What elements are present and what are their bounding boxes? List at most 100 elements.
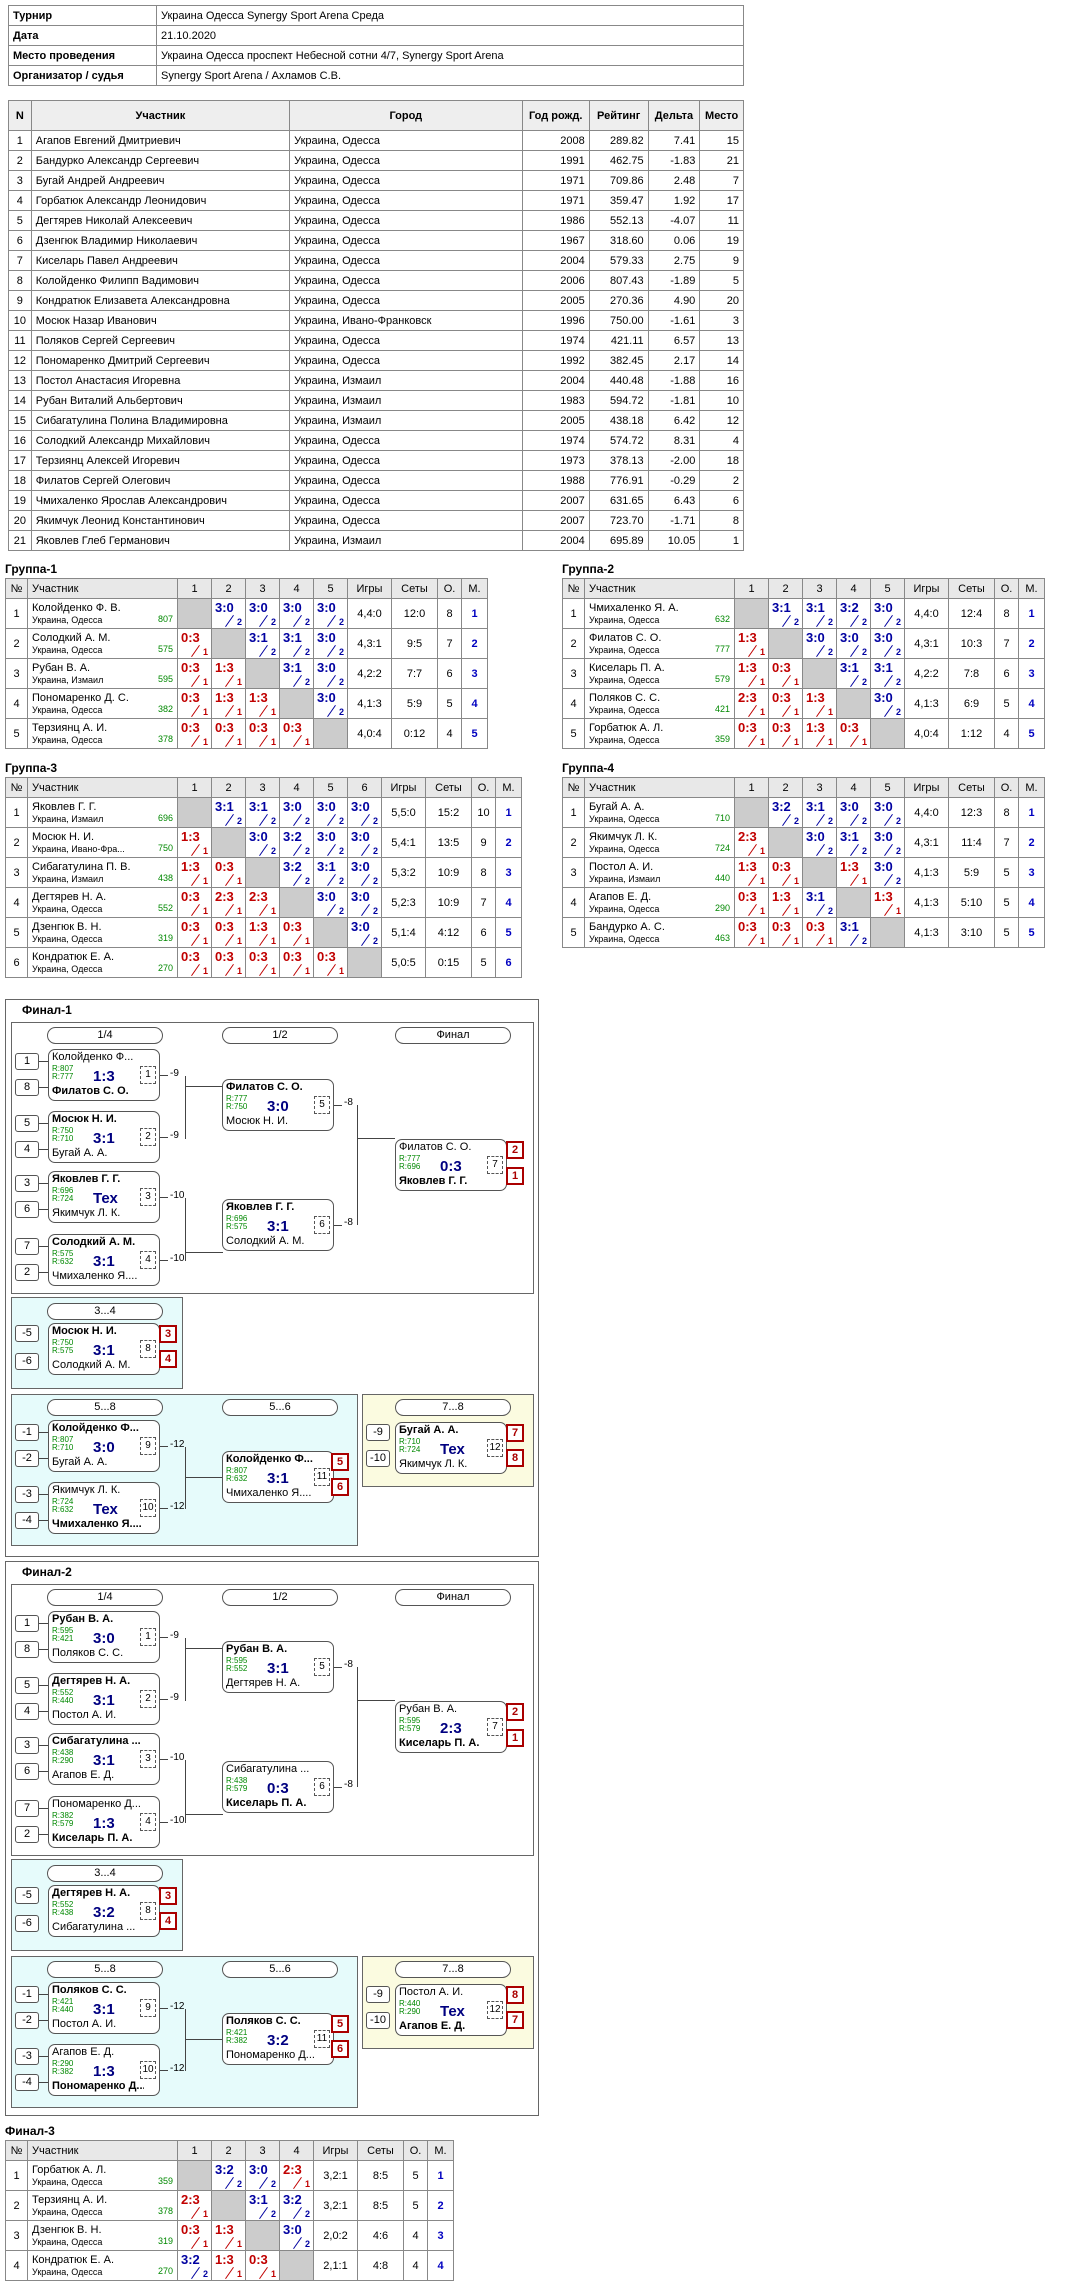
participant-cell: 12 — [8, 350, 32, 371]
result-points: 2 — [861, 647, 867, 657]
group-points: 4 — [403, 2250, 428, 2281]
bracket-line — [185, 1477, 223, 1478]
player-rating: 319 — [157, 2236, 173, 2246]
participants-column-header: Год рожд. — [521, 100, 590, 131]
match-player-2: Якимчук Л. К. — [399, 1458, 468, 1470]
group-result-cell: 1:3 1 — [211, 2250, 246, 2281]
group-col-opponent: 3 — [245, 578, 280, 599]
result-score: 1:3 — [738, 859, 757, 874]
participant-cell: 1973 — [521, 450, 590, 471]
group-result-cell: 3:0 2 — [313, 598, 348, 629]
group-sets: 5:10 — [948, 887, 995, 918]
participant-cell: Кондратюк Елизавета Александровна — [30, 290, 291, 311]
final-match: Филатов С. О. R:777 R:696 0:3 Яковлев Г. Г. 7 — [395, 1139, 507, 1191]
participant-cell: 1986 — [521, 210, 590, 231]
player-rating: 319 — [157, 933, 173, 943]
player-name: Сибагатулина П. В. — [32, 860, 131, 873]
loser-link: -9 — [170, 1692, 179, 1703]
group-games: 5,1:4 — [381, 917, 426, 948]
participant-cell: 17 — [699, 190, 744, 211]
result-score: 3:0 — [351, 829, 370, 844]
group-games: 3,2:1 — [313, 2190, 358, 2221]
group-result-cell: 3:0 2 — [347, 797, 382, 828]
match-number: 7 — [487, 1718, 503, 1736]
participant-cell: 11 — [699, 210, 744, 231]
player-city: Украина, Одесса — [32, 2236, 103, 2247]
info-value: Украина Одесса проспект Небесной сотни 4… — [156, 45, 744, 66]
group-row-num: 3 — [5, 658, 28, 689]
result-score: 3:0 — [317, 799, 336, 814]
participant-cell: Колойденко Филипп Вадимович — [30, 270, 291, 291]
result-score: 1:3 — [249, 919, 268, 934]
group-place: 2 — [495, 827, 522, 858]
player-rating: 359 — [157, 2176, 173, 2186]
group-col-place: М. — [495, 777, 522, 798]
participant-cell: Поляков Сергей Сергеевич — [30, 330, 291, 351]
group-row: 4 Агапов Е. Д. Украина, Одесса 290 0:3 1 1:3 1 3… — [562, 887, 1045, 918]
group-header-row: № Участник 1 2 3 4 5 Игры Сеты О. М. — [562, 777, 1045, 798]
round-header-quarter: 1/4 — [47, 1027, 163, 1044]
group-result-cell: 3:0 2 — [870, 598, 905, 629]
group-player-cell: Терзиянц А. И. Украина, Одесса 378 — [27, 718, 178, 749]
result-points: 2 — [270, 2209, 276, 2219]
result-points: 1 — [759, 846, 765, 856]
participant-cell: Украина, Одесса — [289, 190, 523, 211]
group-result-cell: 3:1 2 — [313, 857, 348, 888]
result-points: 1 — [793, 936, 799, 946]
info-label: Организатор / судья — [8, 65, 157, 86]
match-rating-2: R:632 — [52, 1257, 74, 1266]
player-rating: 575 — [157, 644, 173, 654]
group-result-cell: 3:0 2 — [836, 628, 871, 659]
loser-link: -8 — [344, 1217, 353, 1228]
result-score: 0:3 — [772, 859, 791, 874]
participant-cell: 1974 — [521, 430, 590, 451]
participants-column-header: Рейтинг — [588, 100, 649, 131]
result-score: 0:3 — [317, 949, 336, 964]
participant-row: 10 Мосюк Назар Иванович Украина, Ивано-Фра… — [8, 310, 744, 331]
group-result-cell: 3:0 2 — [870, 797, 905, 828]
seed-number: -9 — [366, 1424, 390, 1441]
match-player-1: Колойденко Ф... — [226, 1453, 313, 1465]
loser-link: -10 — [170, 1815, 185, 1826]
group-row-num: 5 — [5, 917, 28, 948]
group-games: 4,1:3 — [904, 917, 949, 948]
participant-row: 7 Киселарь Павел Андреевич Украина, Одесса… — [8, 250, 744, 271]
group-player-cell: Терзиянц А. И. Украина, Одесса 378 — [27, 2190, 178, 2221]
result-score: 0:3 — [181, 720, 200, 735]
match-player-2: Филатов С. О. — [52, 1085, 129, 1097]
group-row: 3 Рубан В. А. Украина, Измаил 595 0:3 1 1:3 1 3:… — [5, 658, 488, 689]
result-slash — [782, 614, 791, 628]
player-city: Украина, Одесса — [32, 2206, 103, 2217]
participant-cell: 2.48 — [647, 170, 701, 191]
result-score: 3:1 — [215, 799, 234, 814]
result-score: 3:1 — [249, 630, 268, 645]
group-col-points: О. — [994, 578, 1019, 599]
group-result-cell: 3:1 2 — [211, 797, 246, 828]
participant-row: 8 Колойденко Филипп Вадимович Украина, Оде… — [8, 270, 744, 291]
group-result-cell: 0:3 1 — [211, 947, 246, 978]
result-slash — [259, 843, 268, 857]
match-player-1: Колойденко Ф... — [52, 1422, 139, 1434]
group-result-cell: 3:0 2 — [211, 598, 246, 629]
group-row: 4 Дегтярев Н. А. Украина, Одесса 552 0:3 1 2:3… — [5, 887, 522, 918]
result-score: 3:0 — [874, 799, 893, 814]
result-score: 1:3 — [181, 829, 200, 844]
bracket-line — [39, 1458, 48, 1459]
bracket-line — [39, 1623, 48, 1624]
group-games: 5,5:0 — [381, 797, 426, 828]
group-player-cell: Колойденко Ф. В. Украина, Одесса 807 — [27, 598, 178, 629]
group-col-points: О. — [994, 777, 1019, 798]
participant-cell: 440.48 — [588, 370, 649, 391]
result-score: 3:2 — [283, 2192, 302, 2207]
group-col-points: О. — [471, 777, 496, 798]
result-score: 0:3 — [249, 949, 268, 964]
match-player-2: Пономаренко Д... — [226, 2049, 315, 2061]
participant-cell: Украина, Ивано-Франковск — [289, 310, 523, 331]
third-place-match: Дегтярев Н. А. R:552 R:438 3:2 Сибагатулина … — [48, 1885, 160, 1937]
participant-cell: Терзиянц Алексей Игоревич — [30, 450, 291, 471]
group-player-cell: Кондратюк Е. А. Украина, Одесса 270 — [27, 2250, 178, 2281]
loser-link: -9 — [170, 1130, 179, 1141]
group-col-num: № — [562, 777, 585, 798]
group-result-cell: 0:3 1 — [177, 628, 212, 659]
group-result-cell — [734, 598, 769, 629]
